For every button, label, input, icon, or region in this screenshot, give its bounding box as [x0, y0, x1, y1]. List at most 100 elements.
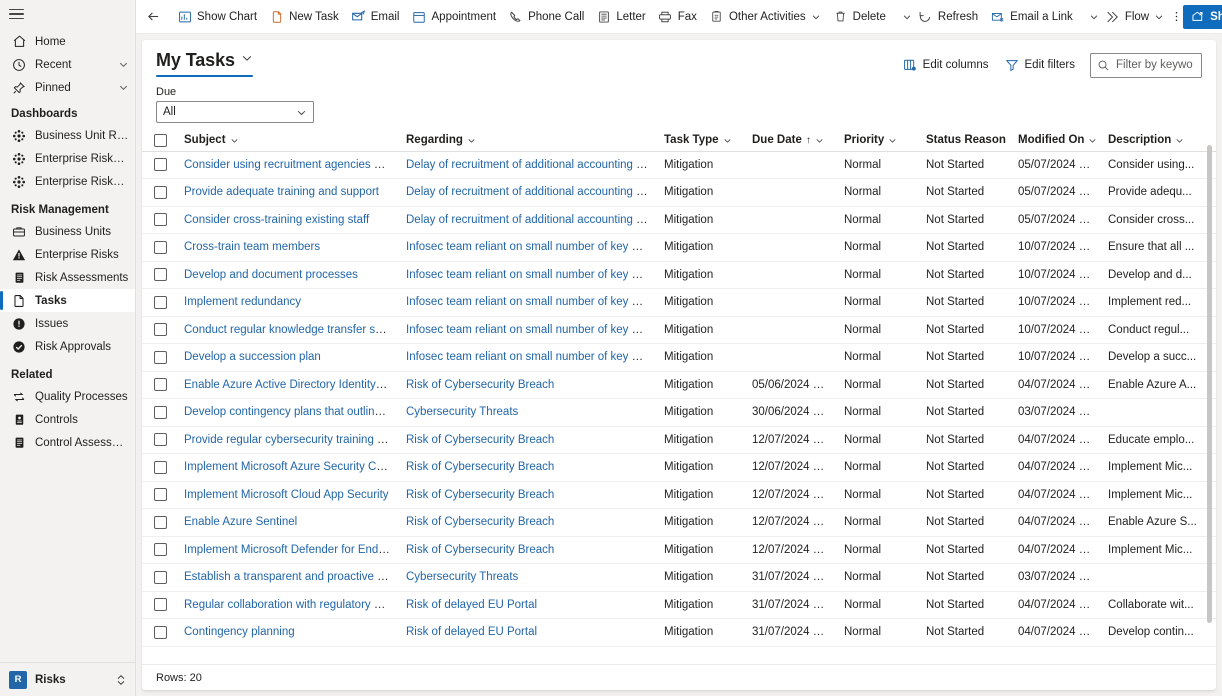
cell-regarding[interactable]: Risk of Cybersecurity Breach	[398, 453, 656, 482]
cell-regarding[interactable]: Risk of delayed EU Portal	[398, 591, 656, 619]
table-row[interactable]: Regular collaboration with regulatory bo…	[142, 591, 1216, 619]
table-row[interactable]: Provide regular cybersecurity training t…	[142, 426, 1216, 454]
flow-button[interactable]: Flow	[1099, 4, 1170, 30]
cell-subject[interactable]: Develop and document processes	[176, 261, 398, 289]
regarding-link[interactable]: Delay of recruitment of additional accou…	[406, 214, 656, 226]
email-button[interactable]: Email	[345, 4, 406, 30]
row-checkbox[interactable]	[154, 433, 167, 447]
sidebar-item-control-assessments[interactable]: Control Assessments	[0, 431, 135, 454]
row-select-cell[interactable]	[142, 591, 176, 619]
regarding-link[interactable]: Risk of Cybersecurity Breach	[406, 461, 554, 473]
regarding-link[interactable]: Risk of delayed EU Portal	[406, 626, 537, 638]
chevron-down-icon[interactable]	[467, 136, 476, 145]
row-checkbox[interactable]	[154, 570, 167, 584]
regarding-link[interactable]: Risk of Cybersecurity Breach	[406, 434, 554, 446]
chevron-down-icon[interactable]	[118, 59, 129, 70]
sidebar-item-issues[interactable]: Issues	[0, 312, 135, 335]
cell-subject[interactable]: Conduct regular knowledge transfer sessi…	[176, 316, 398, 344]
table-row[interactable]: Develop contingency plans that outline s…	[142, 398, 1216, 427]
row-checkbox[interactable]	[154, 515, 167, 529]
cell-subject[interactable]: Develop a succession plan	[176, 343, 398, 372]
cell-regarding[interactable]: Delay of recruitment of additional accou…	[398, 206, 656, 234]
chevron-down-icon[interactable]	[888, 136, 897, 145]
new-task-button[interactable]: New Task	[263, 4, 345, 30]
select-all-header[interactable]	[142, 130, 176, 152]
column-header-due-date[interactable]: Due Date ↑	[744, 130, 836, 152]
row-select-cell[interactable]	[142, 618, 176, 647]
sidebar-item-quality-processes[interactable]: Quality Processes	[0, 385, 135, 408]
row-checkbox[interactable]	[154, 158, 167, 172]
row-checkbox[interactable]	[154, 488, 167, 502]
subject-link[interactable]: Enable Azure Active Directory Identity P…	[184, 379, 398, 391]
edit-columns-button[interactable]: Edit columns	[896, 52, 996, 78]
row-select-cell[interactable]	[142, 178, 176, 207]
chevron-down-icon[interactable]	[811, 12, 821, 22]
cell-regarding[interactable]: Delay of recruitment of additional accou…	[398, 178, 656, 207]
chevron-down-icon[interactable]	[723, 136, 732, 145]
row-select-cell[interactable]	[142, 343, 176, 372]
chevron-down-icon[interactable]	[118, 82, 129, 93]
sidebar-item-home[interactable]: Home	[0, 30, 135, 53]
sidebar-item-recent[interactable]: Recent	[0, 53, 135, 76]
row-select-cell[interactable]	[142, 398, 176, 427]
regarding-link[interactable]: Risk of Cybersecurity Breach	[406, 544, 554, 556]
sidebar-item-risk-assessments[interactable]: Risk Assessments	[0, 266, 135, 289]
row-checkbox[interactable]	[154, 295, 167, 309]
row-checkbox[interactable]	[154, 460, 167, 474]
cell-subject[interactable]: Enable Azure Active Directory Identity P…	[176, 371, 398, 399]
subject-link[interactable]: Implement redundancy	[184, 296, 301, 308]
row-select-cell[interactable]	[142, 508, 176, 537]
cell-subject[interactable]: Consider cross-training existing staff	[176, 206, 398, 234]
row-checkbox[interactable]	[154, 268, 167, 282]
table-row[interactable]: Implement Microsoft Azure Security Cente…	[142, 453, 1216, 482]
sidebar-item-business-units[interactable]: Business Units	[0, 220, 135, 243]
sidebar-item-enterprise-risks-int[interactable]: Enterprise Risks - Int...	[0, 147, 135, 170]
regarding-link[interactable]: Infosec team reliant on small number of …	[406, 241, 653, 253]
cell-regarding[interactable]: Infosec team reliant on small number of …	[398, 343, 656, 372]
regarding-link[interactable]: Risk of Cybersecurity Breach	[406, 516, 554, 528]
other-activities-button[interactable]: Other Activities	[703, 4, 827, 30]
cell-regarding[interactable]: Infosec team reliant on small number of …	[398, 233, 656, 262]
column-header-priority[interactable]: Priority	[836, 130, 918, 152]
regarding-link[interactable]: Infosec team reliant on small number of …	[406, 324, 653, 336]
row-checkbox[interactable]	[154, 185, 167, 199]
row-select-cell[interactable]	[142, 563, 176, 592]
row-select-cell[interactable]	[142, 371, 176, 399]
edit-filters-button[interactable]: Edit filters	[998, 52, 1083, 78]
regarding-link[interactable]: Infosec team reliant on small number of …	[406, 351, 653, 363]
chevron-down-icon[interactable]	[230, 136, 239, 145]
row-checkbox[interactable]	[154, 323, 167, 337]
cell-regarding[interactable]: Risk of Cybersecurity Breach	[398, 508, 656, 537]
sidebar-item-enterprise-risks[interactable]: Enterprise Risks	[0, 243, 135, 266]
subject-link[interactable]: Implement Microsoft Azure Security Cente…	[184, 461, 398, 473]
delete-button[interactable]: Delete	[827, 4, 892, 30]
row-select-cell[interactable]	[142, 206, 176, 234]
table-row[interactable]: Implement redundancy Infosec team reliant…	[142, 288, 1216, 317]
row-select-cell[interactable]	[142, 261, 176, 289]
appointment-button[interactable]: Appointment	[406, 4, 503, 30]
row-checkbox[interactable]	[154, 378, 167, 392]
show-chart-button[interactable]: Show Chart	[171, 4, 263, 30]
regarding-link[interactable]: Delay of recruitment of additional accou…	[406, 159, 656, 171]
subject-link[interactable]: Consider cross-training existing staff	[184, 214, 369, 226]
cell-regarding[interactable]: Risk of Cybersecurity Breach	[398, 426, 656, 454]
subject-link[interactable]: Conduct regular knowledge transfer sessi…	[184, 324, 398, 336]
table-row[interactable]: Develop and document processes Infosec te…	[142, 261, 1216, 289]
regarding-link[interactable]: Cybersecurity Threats	[406, 571, 518, 583]
cell-regarding[interactable]: Cybersecurity Threats	[398, 398, 656, 427]
row-checkbox[interactable]	[154, 240, 167, 254]
table-row[interactable]: Cross-train team members Infosec team rel…	[142, 233, 1216, 262]
subject-link[interactable]: Provide regular cybersecurity training t…	[184, 434, 398, 446]
email-a-link-split-chevron[interactable]	[1089, 4, 1099, 30]
column-header-task-type[interactable]: Task Type	[656, 130, 744, 152]
phone-call-button[interactable]: Phone Call	[502, 4, 590, 30]
sidebar-item-risk-approvals[interactable]: Risk Approvals	[0, 335, 135, 358]
table-row[interactable]: Implement Microsoft Defender for Endpoin…	[142, 536, 1216, 564]
cell-regarding[interactable]: Cybersecurity Threats	[398, 563, 656, 592]
cell-subject[interactable]: Implement Microsoft Azure Security Cente…	[176, 453, 398, 482]
column-header-subject[interactable]: Subject	[176, 130, 398, 152]
column-header-status-reason[interactable]: Status Reason	[918, 130, 1010, 152]
back-arrow-icon[interactable]	[146, 4, 161, 30]
cell-subject[interactable]: Establish a transparent and proactive co…	[176, 563, 398, 592]
row-select-cell[interactable]	[142, 151, 176, 179]
